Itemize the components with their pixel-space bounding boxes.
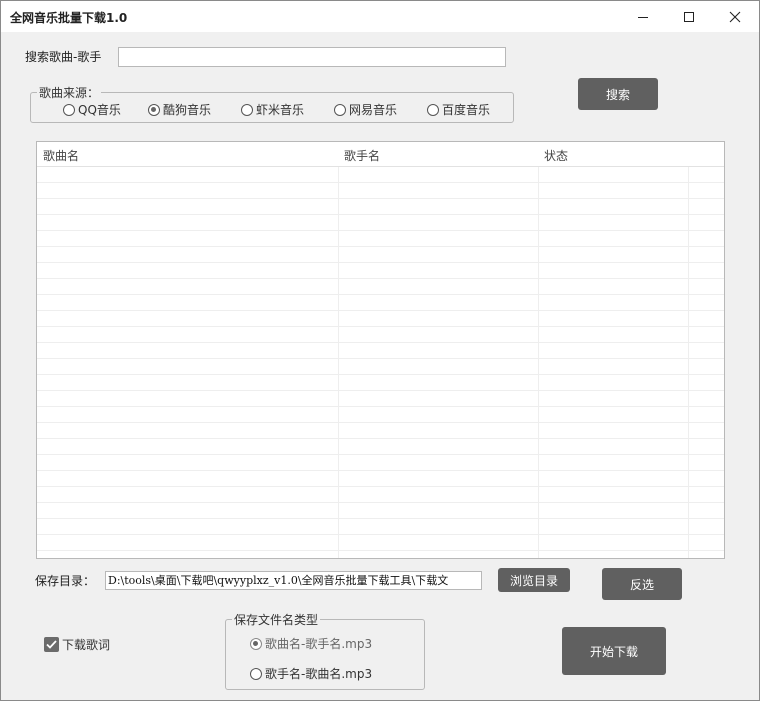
filename-type-groupbox: 保存文件名类型 歌曲名-歌手名.mp3 歌手名-歌曲名.mp3 [225,611,425,690]
search-button[interactable]: 搜索 [578,78,658,110]
search-input[interactable] [118,47,506,67]
maximize-button[interactable] [666,1,712,32]
radio-label: 酷狗音乐 [163,103,212,117]
maximize-icon [684,11,694,22]
column-header-artist[interactable]: 歌手名 [344,147,380,164]
radio-label: 歌曲名-歌手名.mp3 [265,637,373,651]
radio-artist-song-format[interactable]: 歌手名-歌曲名.mp3 [250,665,372,682]
radio-label: 虾米音乐 [256,103,305,117]
window-title: 全网音乐批量下载1.0 [10,11,128,25]
checkbox-box [44,637,59,652]
app-window: 全网音乐批量下载1.0 搜索歌曲-歌手 搜索 歌曲来源： QQ音乐 酷狗音乐 虾… [0,0,760,701]
song-list-table[interactable]: 歌曲名 歌手名 状态 [36,141,725,559]
radio-label: 网易音乐 [349,103,398,117]
radio-circle [241,103,253,116]
source-legend: 歌曲来源： [37,84,102,101]
download-lyrics-label: 下载歌词 [62,638,111,652]
start-download-button[interactable]: 开始下载 [562,627,666,675]
table-header: 歌曲名 歌手名 状态 [37,142,724,167]
radio-qq-music[interactable]: QQ音乐 [63,101,121,118]
minimize-icon [638,16,648,18]
close-button[interactable] [712,1,758,32]
radio-circle [334,103,346,116]
radio-label: QQ音乐 [78,103,121,117]
table-gridlines [37,142,724,558]
minimize-button[interactable] [620,1,666,32]
radio-netease-music[interactable]: 网易音乐 [334,101,397,118]
download-lyrics-checkbox[interactable]: 下载歌词 [44,636,110,653]
source-groupbox: 歌曲来源： QQ音乐 酷狗音乐 虾米音乐 网易音乐 百度音乐 [30,84,514,123]
radio-circle [148,103,160,116]
radio-circle [427,103,439,116]
radio-xiami-music[interactable]: 虾米音乐 [241,101,304,118]
check-icon [46,640,57,649]
search-label: 搜索歌曲-歌手 [25,50,102,64]
main-content: 搜索歌曲-歌手 搜索 歌曲来源： QQ音乐 酷狗音乐 虾米音乐 网易音乐 百度音… [1,32,759,700]
radio-label: 歌手名-歌曲名.mp3 [265,667,373,681]
radio-song-artist-format[interactable]: 歌曲名-歌手名.mp3 [250,635,372,652]
column-header-song[interactable]: 歌曲名 [43,147,79,164]
close-icon [729,11,741,22]
radio-circle [250,667,262,680]
radio-kugou-music[interactable]: 酷狗音乐 [148,101,211,118]
filename-type-legend: 保存文件名类型 [232,611,321,628]
save-dir-label: 保存目录： [35,574,96,588]
radio-circle [250,637,262,650]
title-bar: 全网音乐批量下载1.0 [1,1,759,32]
column-header-status[interactable]: 状态 [544,147,568,164]
browse-directory-button[interactable]: 浏览目录 [498,568,570,592]
radio-label: 百度音乐 [442,103,491,117]
invert-selection-button[interactable]: 反选 [602,568,682,600]
save-dir-field[interactable]: D:\tools\桌面\下载吧\qwyyplxz_v1.0\全网音乐批量下载工具… [105,571,482,590]
radio-baidu-music[interactable]: 百度音乐 [427,101,490,118]
radio-circle [63,103,75,116]
